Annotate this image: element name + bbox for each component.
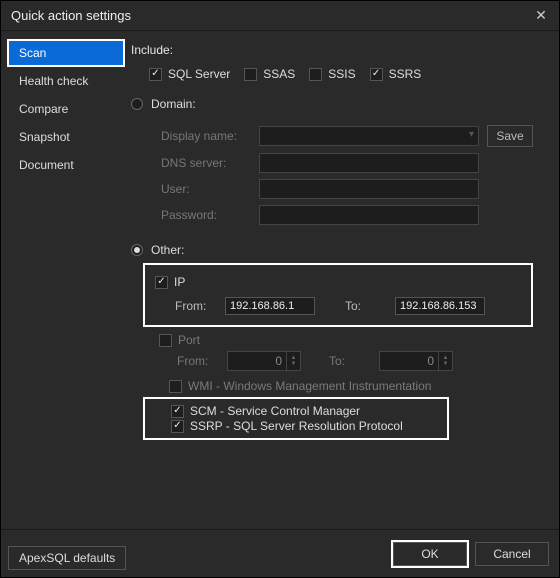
include-ssas-checkbox[interactable]: SSAS — [244, 67, 295, 81]
include-ssis-checkbox[interactable]: SSIS — [309, 67, 355, 81]
scm-checkbox[interactable]: SCM - Service Control Manager — [171, 404, 360, 418]
display-name-combo[interactable] — [259, 126, 479, 146]
user-label: User: — [161, 182, 251, 196]
port-checkbox[interactable]: Port — [159, 333, 200, 347]
radio-icon — [131, 98, 143, 110]
sidebar-item-scan[interactable]: Scan — [9, 41, 123, 65]
ip-checkbox[interactable]: IP — [155, 275, 185, 289]
port-from-input[interactable] — [227, 351, 287, 371]
check-icon — [149, 68, 162, 81]
ip-to-label: To: — [345, 299, 395, 313]
port-from-label: From: — [177, 354, 227, 368]
check-icon — [171, 405, 184, 418]
other-label: Other: — [151, 243, 184, 257]
ip-from-label: From: — [175, 299, 225, 313]
checkbox-icon — [309, 68, 322, 81]
user-input[interactable] — [259, 179, 479, 199]
include-sqlserver-label: SQL Server — [168, 67, 230, 81]
stepper-arrows-icon[interactable]: ▲▼ — [439, 351, 453, 371]
content-pane: Include: SQL Server SSAS SSIS SSRS — [131, 31, 559, 529]
sidebar-item-compare[interactable]: Compare — [9, 97, 123, 121]
ip-from-input[interactable] — [225, 297, 315, 315]
port-label: Port — [178, 333, 200, 347]
dns-input[interactable] — [259, 153, 479, 173]
window-title: Quick action settings — [11, 8, 531, 23]
domain-radio[interactable]: Domain: — [131, 97, 196, 111]
domain-save-button[interactable]: Save — [487, 125, 533, 147]
port-from-spinner[interactable]: ▲▼ — [227, 351, 301, 371]
sidebar-item-snapshot[interactable]: Snapshot — [9, 125, 123, 149]
other-radio[interactable]: Other: — [131, 243, 184, 257]
sidebar-item-document[interactable]: Document — [9, 153, 123, 177]
close-icon[interactable]: ✕ — [531, 7, 551, 24]
dns-label: DNS server: — [161, 156, 251, 170]
checkbox-icon — [169, 380, 182, 393]
include-ssrs-label: SSRS — [389, 67, 422, 81]
include-ssas-label: SSAS — [263, 67, 295, 81]
password-label: Password: — [161, 208, 251, 222]
include-ssrs-checkbox[interactable]: SSRS — [370, 67, 422, 81]
ip-group: IP From: To: — [143, 263, 533, 327]
checkbox-icon — [159, 334, 172, 347]
radio-checked-icon — [131, 244, 143, 256]
sidebar: Scan Health check Compare Snapshot Docum… — [1, 31, 131, 529]
port-to-spinner[interactable]: ▲▼ — [379, 351, 453, 371]
port-to-input[interactable] — [379, 351, 439, 371]
sidebar-item-health-check[interactable]: Health check — [9, 69, 123, 93]
check-icon — [155, 276, 168, 289]
include-label: Include: — [131, 43, 549, 57]
titlebar: Quick action settings ✕ — [1, 1, 559, 31]
include-sqlserver-checkbox[interactable]: SQL Server — [149, 67, 230, 81]
domain-label: Domain: — [151, 97, 196, 111]
ip-label: IP — [174, 275, 185, 289]
ok-button[interactable]: OK — [393, 542, 467, 566]
checkbox-icon — [244, 68, 257, 81]
password-input[interactable] — [259, 205, 479, 225]
ssrp-label: SSRP - SQL Server Resolution Protocol — [190, 419, 403, 433]
port-to-label: To: — [329, 354, 379, 368]
cancel-button[interactable]: Cancel — [475, 542, 549, 566]
protocol-group: SCM - Service Control Manager SSRP - SQL… — [143, 397, 449, 440]
wmi-label: WMI - Windows Management Instrumentation — [188, 379, 431, 393]
ip-to-input[interactable] — [395, 297, 485, 315]
ssrp-checkbox[interactable]: SSRP - SQL Server Resolution Protocol — [171, 419, 403, 433]
display-name-label: Display name: — [161, 129, 251, 143]
check-icon — [171, 420, 184, 433]
apexsql-defaults-button[interactable]: ApexSQL defaults — [8, 546, 126, 570]
scm-label: SCM - Service Control Manager — [190, 404, 360, 418]
wmi-checkbox[interactable]: WMI - Windows Management Instrumentation — [169, 379, 431, 393]
include-ssis-label: SSIS — [328, 67, 355, 81]
check-icon — [370, 68, 383, 81]
stepper-arrows-icon[interactable]: ▲▼ — [287, 351, 301, 371]
